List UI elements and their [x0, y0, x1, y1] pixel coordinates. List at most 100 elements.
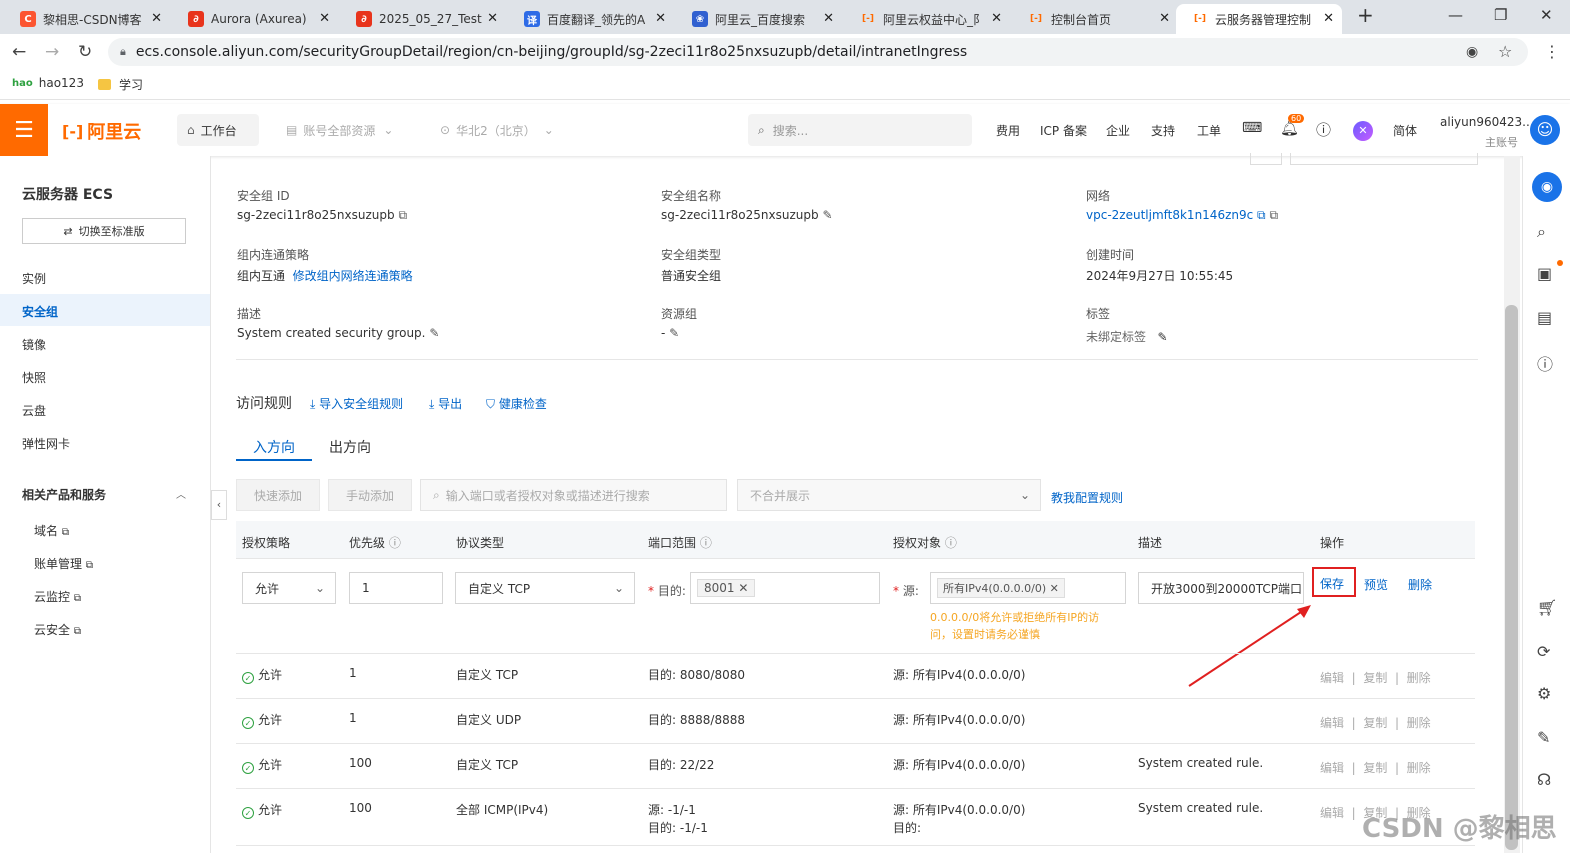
- delete-button[interactable]: 删除: [1407, 671, 1431, 685]
- link-ticket[interactable]: 工单: [1197, 122, 1221, 139]
- browser-tab-active[interactable]: [-] 云服务器管理控制 ✕: [1176, 4, 1342, 34]
- help-icon[interactable]: ⓘ: [1316, 119, 1331, 140]
- refresh-icon[interactable]: ⟳: [1537, 642, 1550, 661]
- sidebar-item-images[interactable]: 镜像: [22, 336, 46, 353]
- search-icon[interactable]: ⌕: [1537, 222, 1546, 242]
- tag-close-icon[interactable]: ✕: [738, 581, 748, 595]
- url-field[interactable]: 🔒︎ ecs.console.aliyun.com/securityGroupD…: [108, 38, 1528, 66]
- preview-button[interactable]: 预览: [1364, 576, 1388, 593]
- ai-assistant-icon[interactable]: ✕: [1353, 121, 1373, 141]
- quick-add-button[interactable]: 快速添加: [236, 479, 320, 511]
- copy-icon[interactable]: ⧉: [398, 208, 407, 222]
- sidebar-item-snapshots[interactable]: 快照: [22, 369, 46, 386]
- collapse-sidebar-icon[interactable]: ‹: [211, 490, 227, 520]
- help-icon[interactable]: ⓘ: [700, 536, 712, 550]
- eye-off-icon[interactable]: ◉: [1466, 44, 1478, 60]
- hamburger-menu-icon[interactable]: ☰: [0, 104, 48, 156]
- chevron-up-icon[interactable]: ︿: [176, 486, 186, 501]
- language-switch[interactable]: 简体: [1393, 122, 1417, 139]
- bookmark-star-icon[interactable]: ☆: [1498, 42, 1512, 61]
- priority-input[interactable]: 1: [349, 572, 443, 604]
- sidebar-item-instances[interactable]: 实例: [22, 270, 46, 287]
- manual-add-button[interactable]: 手动添加: [328, 479, 412, 511]
- global-search-input[interactable]: ⌕ 搜索...: [748, 114, 972, 146]
- related-products-title[interactable]: 相关产品和服务: [22, 486, 106, 503]
- copy-button[interactable]: 复制: [1363, 671, 1387, 685]
- message-icon[interactable]: ▣: [1537, 264, 1552, 283]
- related-security[interactable]: 云安全 ⧉: [34, 621, 81, 638]
- minimize-icon[interactable]: —: [1448, 6, 1463, 24]
- account-name[interactable]: aliyun960423...: [1440, 115, 1534, 129]
- edit-button[interactable]: 编辑: [1320, 716, 1344, 730]
- more-menu-icon[interactable]: ⋮: [1544, 42, 1560, 61]
- sidebar-item-disks[interactable]: 云盘: [22, 402, 46, 419]
- copy-button[interactable]: 复制: [1363, 761, 1387, 775]
- import-rules-button[interactable]: ⤓ 导入安全组规则: [310, 395, 403, 412]
- edit-icon[interactable]: ✎: [1537, 728, 1550, 747]
- new-tab-icon[interactable]: +: [1357, 3, 1374, 27]
- resources-dropdown[interactable]: ▤ 账号全部资源 ⌄: [276, 114, 403, 146]
- close-tab-icon[interactable]: ✕: [151, 11, 162, 26]
- browser-tab[interactable]: [-] 阿里云权益中心_阝 ✕: [844, 4, 1010, 34]
- help-icon[interactable]: ⓘ: [1537, 351, 1553, 375]
- rule-search-input[interactable]: ⌕ 输入端口或者授权对象或描述进行搜索: [420, 479, 727, 511]
- related-monitor[interactable]: 云监控 ⧉: [34, 588, 81, 605]
- browser-tab[interactable]: [-] 控制台首页 ✕: [1012, 4, 1178, 34]
- copy-icon[interactable]: ⧉: [1269, 208, 1278, 222]
- forward-icon[interactable]: →: [45, 42, 59, 62]
- edit-icon[interactable]: ✎: [1157, 330, 1167, 344]
- related-billing[interactable]: 账单管理 ⧉: [34, 555, 93, 572]
- vpc-link[interactable]: vpc-2zeutljmft8k1n146zn9c: [1086, 208, 1253, 222]
- edit-icon[interactable]: ✎: [669, 326, 679, 340]
- document-icon[interactable]: ▤: [1537, 308, 1552, 327]
- delete-button[interactable]: 删除: [1407, 761, 1431, 775]
- description-input[interactable]: 开放3000到20000TCP端口: [1138, 572, 1304, 604]
- sidebar-item-security-groups[interactable]: 安全组: [22, 303, 58, 320]
- health-check-button[interactable]: ⛉ 健康检查: [486, 395, 547, 412]
- robot-assistant-icon[interactable]: ◉: [1532, 172, 1562, 202]
- gear-icon[interactable]: ⚙: [1537, 684, 1551, 703]
- link-support[interactable]: 支持: [1151, 122, 1175, 139]
- close-tab-icon[interactable]: ✕: [823, 11, 834, 26]
- bookmark-folder-study[interactable]: 学习: [98, 76, 143, 93]
- close-tab-icon[interactable]: ✕: [319, 11, 330, 26]
- network-value[interactable]: vpc-2zeutljmft8k1n146zn9c ⧉ ⧉: [1086, 208, 1278, 223]
- close-window-icon[interactable]: ✕: [1540, 6, 1553, 24]
- protocol-select[interactable]: 自定义 TCP ⌄: [455, 572, 635, 604]
- close-tab-icon[interactable]: ✕: [655, 11, 666, 26]
- delete-button[interactable]: 删除: [1408, 576, 1432, 593]
- edit-button[interactable]: 编辑: [1320, 761, 1344, 775]
- close-tab-icon[interactable]: ✕: [487, 11, 498, 26]
- workbench-button[interactable]: ⌂ 工作台: [177, 114, 259, 146]
- avatar[interactable]: ☺: [1530, 115, 1560, 145]
- edit-button[interactable]: 编辑: [1320, 806, 1344, 820]
- export-button[interactable]: ⤓ 导出: [429, 395, 462, 412]
- browser-tab[interactable]: 译百度翻译_领先的A ✕: [508, 4, 674, 34]
- modify-policy-link[interactable]: 修改组内网络连通策略: [293, 269, 413, 283]
- close-tab-icon[interactable]: ✕: [1159, 11, 1170, 26]
- edit-icon[interactable]: ✎: [429, 326, 439, 340]
- headset-icon[interactable]: ☊: [1537, 770, 1551, 789]
- help-config-link[interactable]: 教我配置规则: [1051, 489, 1123, 506]
- sidebar-item-enis[interactable]: 弹性网卡: [22, 435, 70, 452]
- delete-button[interactable]: 删除: [1407, 716, 1431, 730]
- help-icon[interactable]: ⓘ: [945, 536, 957, 550]
- scrollbar-thumb[interactable]: [1505, 305, 1518, 850]
- copy-button[interactable]: 复制: [1363, 716, 1387, 730]
- port-range-input[interactable]: 8001 ✕: [690, 572, 880, 604]
- browser-tab[interactable]: ∂ 2025_05_27_Test ✕: [340, 4, 506, 34]
- close-tab-icon[interactable]: ✕: [991, 11, 1002, 26]
- reload-icon[interactable]: ↻: [78, 42, 92, 62]
- link-fees[interactable]: 费用: [996, 122, 1020, 139]
- tab-outbound[interactable]: 出方向: [329, 437, 371, 457]
- terminal-icon[interactable]: ⌨: [1242, 120, 1262, 136]
- switch-standard-button[interactable]: ⇄ 切换至标准版: [22, 218, 186, 244]
- browser-tab[interactable]: ∂ Aurora (Axurea) ✕: [172, 4, 338, 34]
- restore-icon[interactable]: ❐: [1494, 6, 1507, 24]
- cart-icon[interactable]: 🛒︎: [1537, 598, 1557, 617]
- save-button[interactable]: 保存: [1320, 575, 1344, 592]
- edit-button[interactable]: 编辑: [1320, 671, 1344, 685]
- tag-close-icon[interactable]: ✕: [1050, 582, 1059, 595]
- back-icon[interactable]: ←: [12, 42, 26, 62]
- source-input[interactable]: 所有IPv4(0.0.0.0/0) ✕: [930, 572, 1126, 604]
